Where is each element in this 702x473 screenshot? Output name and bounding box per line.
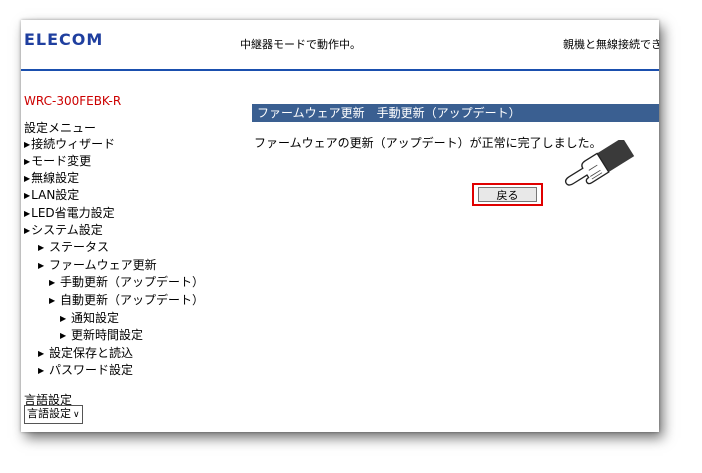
- sidebar-item-notification[interactable]: ▶ 通知設定: [60, 309, 119, 326]
- menu-title: 設定メニュー: [24, 121, 97, 135]
- sidebar-item-manual-update[interactable]: ▶ 手動更新（アップデート）: [49, 273, 204, 290]
- elecom-logo: ELECOM: [24, 30, 104, 49]
- sidebar-item-label: 設定保存と読込: [48, 346, 133, 360]
- language-select-value: 言語設定: [27, 407, 71, 420]
- sidebar-item-label: 接続ウィザード: [31, 137, 116, 151]
- triangle-right-icon: ▶: [38, 243, 45, 252]
- page-title: ファームウェア更新 手動更新（アップデート）: [252, 104, 659, 122]
- sidebar-item-mode-change[interactable]: ▶モード変更: [24, 152, 91, 169]
- sidebar-item-label: 手動更新（アップデート）: [59, 275, 204, 289]
- triangle-right-icon: ▶: [24, 174, 31, 183]
- sidebar-item-label: モード変更: [31, 154, 92, 168]
- triangle-right-icon: ▶: [24, 140, 31, 149]
- router-admin-window: ELECOM 中継器モードで動作中。 親機と無線接続でき WRC-300FEBK…: [21, 20, 659, 432]
- pointing-hand-icon: [564, 140, 635, 186]
- sidebar-item-label: 更新時間設定: [70, 328, 143, 342]
- sidebar-item-backup[interactable]: ▶ 設定保存と読込: [38, 344, 133, 361]
- sidebar-item-label: 無線設定: [31, 171, 80, 185]
- triangle-right-icon: ▶: [60, 331, 67, 340]
- chevron-down-icon: ∨: [73, 410, 80, 420]
- sidebar-item-label: 自動更新（アップデート）: [59, 293, 204, 307]
- triangle-right-icon: ▶: [24, 209, 31, 218]
- hand-shape: [564, 152, 610, 186]
- language-select[interactable]: 言語設定 ∨: [24, 405, 83, 424]
- sidebar-item-wireless[interactable]: ▶無線設定: [24, 169, 79, 186]
- sidebar-item-label: LAN設定: [31, 188, 80, 202]
- back-button[interactable]: 戻る: [478, 187, 537, 202]
- sidebar-item-wizard[interactable]: ▶接続ウィザード: [24, 135, 115, 152]
- triangle-right-icon: ▶: [49, 296, 56, 305]
- triangle-right-icon: ▶: [60, 314, 67, 323]
- triangle-right-icon: ▶: [24, 226, 31, 235]
- sidebar-item-firmware[interactable]: ▶ ファームウェア更新: [38, 256, 157, 273]
- triangle-right-icon: ▶: [38, 366, 45, 375]
- sidebar-item-label: 通知設定: [70, 311, 119, 325]
- sidebar-item-label: システム設定: [31, 223, 103, 237]
- back-button-highlight: 戻る: [472, 183, 543, 206]
- sidebar-item-password[interactable]: ▶ パスワード設定: [38, 361, 133, 378]
- sidebar-item-label: ファームウェア更新: [48, 258, 157, 272]
- sidebar-item-lan[interactable]: ▶LAN設定: [24, 186, 79, 203]
- triangle-right-icon: ▶: [38, 261, 45, 270]
- sidebar-item-label: パスワード設定: [48, 363, 133, 377]
- triangle-right-icon: ▶: [24, 157, 31, 166]
- sidebar-item-auto-update[interactable]: ▶ 自動更新（アップデート）: [49, 291, 204, 308]
- model-name: WRC-300FEBK-R: [24, 94, 122, 108]
- triangle-right-icon: ▶: [38, 349, 45, 358]
- triangle-right-icon: ▶: [49, 278, 56, 287]
- sidebar-item-update-time[interactable]: ▶ 更新時間設定: [60, 326, 143, 343]
- header-divider: [21, 69, 659, 71]
- triangle-right-icon: ▶: [24, 191, 31, 200]
- sidebar-item-label: ステータス: [48, 240, 109, 254]
- sidebar-item-led[interactable]: ▶LED省電力設定: [24, 204, 115, 221]
- sidebar-item-system[interactable]: ▶システム設定: [24, 221, 103, 238]
- sidebar-item-status[interactable]: ▶ ステータス: [38, 238, 109, 255]
- sidebar-item-label: LED省電力設定: [31, 206, 115, 220]
- connection-status: 親機と無線接続でき: [563, 38, 659, 51]
- completion-message: ファームウェアの更新（アップデート）が正常に完了しました。: [254, 136, 602, 150]
- header: ELECOM 中継器モードで動作中。 親機と無線接続でき: [21, 20, 659, 71]
- mode-status: 中継器モードで動作中。: [240, 38, 361, 51]
